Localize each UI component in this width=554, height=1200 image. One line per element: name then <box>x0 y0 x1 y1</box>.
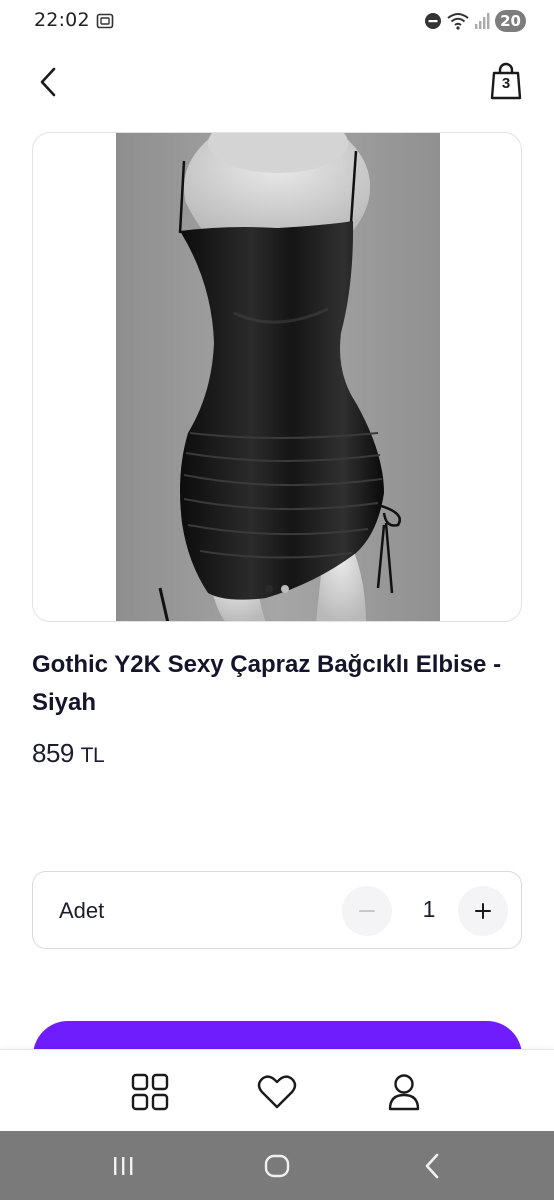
battery-indicator: 20 <box>495 10 526 32</box>
cart-count-badge: 3 <box>501 75 511 92</box>
status-bar: 22:02 20 <box>0 0 554 44</box>
price-currency: TL <box>80 744 105 767</box>
plus-icon <box>475 903 491 919</box>
quantity-label: Adet <box>59 898 105 923</box>
wifi-icon <box>447 13 469 30</box>
recents-icon <box>114 1157 133 1175</box>
nav-categories[interactable] <box>128 1070 172 1114</box>
recents-button[interactable] <box>103 1149 143 1183</box>
screen-recorder-icon <box>96 13 114 29</box>
cart-button[interactable]: 3 <box>488 62 524 102</box>
product-image-carousel[interactable] <box>32 132 522 622</box>
carousel-dot[interactable] <box>265 585 273 593</box>
decrease-quantity-button[interactable] <box>342 886 392 936</box>
home-icon <box>264 1154 290 1178</box>
system-navigation-bar <box>0 1131 554 1200</box>
carousel-dot[interactable] <box>281 585 289 593</box>
categories-grid-icon <box>131 1073 169 1111</box>
product-price: 859 TL <box>32 738 105 769</box>
product-image <box>116 133 440 621</box>
bottom-navigation <box>0 1049 554 1131</box>
signal-icon <box>475 13 490 29</box>
nav-favorites[interactable] <box>255 1070 299 1114</box>
price-value: 859 <box>32 738 74 768</box>
increase-quantity-button[interactable] <box>458 886 508 936</box>
minus-icon <box>359 910 375 912</box>
nav-account[interactable] <box>382 1070 426 1114</box>
user-icon <box>388 1074 420 1111</box>
back-icon <box>425 1153 439 1179</box>
home-button[interactable] <box>257 1149 297 1183</box>
quantity-selector: Adet 1 <box>32 871 522 949</box>
status-time: 22:02 <box>34 9 90 31</box>
product-title: Gothic Y2K Sexy Çapraz Bağcıklı Elbise -… <box>32 651 502 716</box>
back-button[interactable] <box>30 64 66 100</box>
carousel-indicator <box>33 585 521 593</box>
heart-icon <box>257 1075 297 1109</box>
system-back-button[interactable] <box>412 1149 452 1183</box>
status-icons: 20 <box>424 8 526 34</box>
chevron-left-icon <box>40 67 56 97</box>
do-not-disturb-icon <box>425 13 442 29</box>
quantity-value: 1 <box>422 896 436 922</box>
